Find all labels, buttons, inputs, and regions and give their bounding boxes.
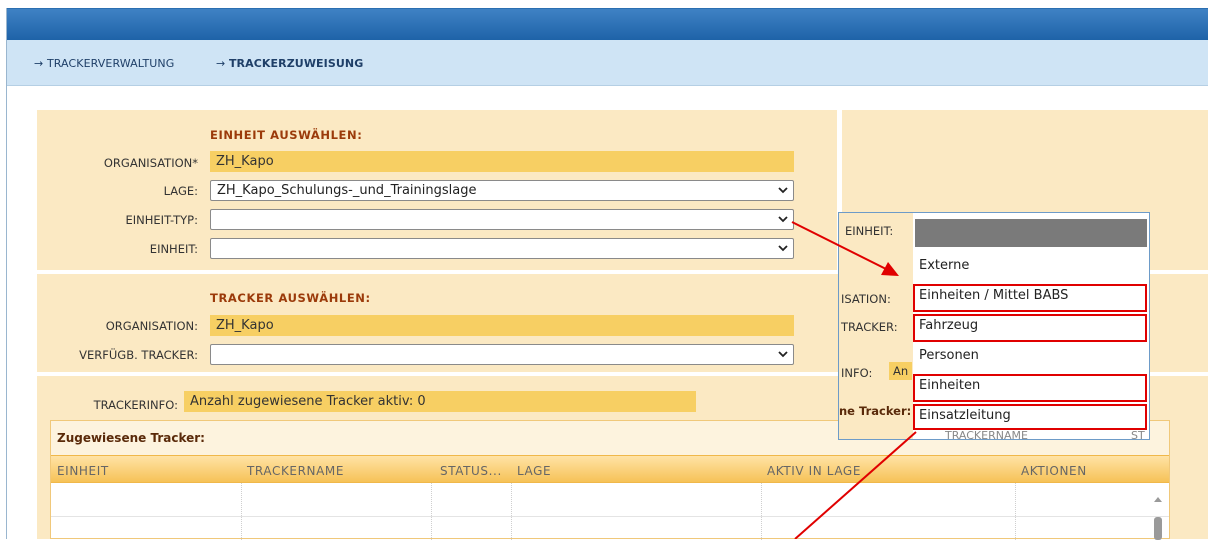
einheit-typ-dropdown-zoom: EINHEIT: ISATION: TRACKER: INFO: An ne T… xyxy=(838,212,1150,442)
verfuegb-tracker-label: VERFÜGB. TRACKER: xyxy=(79,348,198,362)
zoom-organisation-label: ISATION: xyxy=(841,292,891,306)
trackerinfo-label: TRACKERINFO: xyxy=(93,398,178,412)
column-header-trackername[interactable]: TRACKERNAME xyxy=(247,464,344,478)
chevron-down-icon xyxy=(778,187,788,194)
tracker-section-title: TRACKER AUSWÄHLEN: xyxy=(210,291,371,305)
einheit-typ-select[interactable] xyxy=(210,209,794,230)
top-bar xyxy=(7,8,1208,40)
grid-scrollbar[interactable] xyxy=(1151,491,1165,540)
zoom-grid-col-status: ST xyxy=(1131,429,1145,442)
chevron-down-icon xyxy=(778,351,788,358)
breadcrumb-item-trackerverwaltung[interactable]: → TRACKERVERWALTUNG xyxy=(34,57,174,70)
highlight-box xyxy=(913,374,1147,402)
organisation-field: ZH_Kapo xyxy=(210,151,794,172)
breadcrumb xyxy=(7,40,1208,86)
zoom-info-value: An xyxy=(889,362,913,380)
zoom-tracker-title: ne Tracker: xyxy=(839,404,912,418)
column-divider xyxy=(431,483,432,540)
einheit-label: EINHEIT: xyxy=(149,242,198,256)
column-divider xyxy=(761,483,762,540)
column-divider xyxy=(511,483,512,540)
zoom-einheit-label: EINHEIT: xyxy=(845,224,894,238)
column-header-aktiv-in-lage[interactable]: AKTIV IN LAGE xyxy=(767,464,861,478)
organisation-label: ORGANISATION* xyxy=(103,156,198,170)
column-header-einheit[interactable]: EINHEIT xyxy=(57,464,109,478)
zoom-grid-col-trackername: TRACKERNAME xyxy=(945,429,1028,442)
breadcrumb-arrow-icon: → xyxy=(216,57,226,70)
einheit-typ-label: EINHEIT-TYP: xyxy=(125,213,199,227)
einheit-select[interactable] xyxy=(210,238,794,259)
option-externe[interactable]: Externe xyxy=(915,252,1147,282)
column-divider xyxy=(1015,483,1016,540)
zoom-label-column: EINHEIT: ISATION: TRACKER: INFO: An ne T… xyxy=(839,213,913,439)
verfuegb-tracker-select[interactable] xyxy=(210,344,794,365)
breadcrumb-arrow-icon: → xyxy=(34,57,44,70)
breadcrumb-item-trackerzuweisung[interactable]: → TRACKERZUWEISUNG xyxy=(216,57,363,70)
tracker-organisation-label: ORGANISATION: xyxy=(105,319,198,333)
trackerinfo-value: Anzahl zugewiesene Tracker aktiv: 0 xyxy=(184,391,696,412)
lage-label: LAGE: xyxy=(163,184,198,198)
column-header-lage[interactable]: LAGE xyxy=(517,464,551,478)
zoom-info-label: INFO: xyxy=(841,366,873,380)
tracker-organisation-field: ZH_Kapo xyxy=(210,315,794,336)
highlight-box xyxy=(913,404,1147,430)
highlight-box xyxy=(913,314,1147,342)
lage-select[interactable]: ZH_Kapo_Schulungs-_und_Trainingslage xyxy=(210,180,794,201)
dropdown-selected-header[interactable] xyxy=(915,219,1147,247)
option-personen[interactable]: Personen xyxy=(915,342,1147,372)
chevron-down-icon xyxy=(778,216,788,223)
einheit-section-title: EINHEIT AUSWÄHLEN: xyxy=(210,128,363,142)
zoom-tracker-label: TRACKER: xyxy=(841,320,898,334)
table-row[interactable] xyxy=(51,483,1169,517)
column-header-status[interactable]: STATUS... xyxy=(440,464,502,478)
breadcrumb-label: TRACKERZUWEISUNG xyxy=(228,57,364,70)
app-window: → TRACKERVERWALTUNG → TRACKERZUWEISUNG E… xyxy=(0,0,1208,540)
highlight-box xyxy=(913,284,1147,312)
breadcrumb-label: TRACKERVERWALTUNG xyxy=(46,57,175,70)
column-header-aktionen[interactable]: AKTIONEN xyxy=(1021,464,1087,478)
grid-header: EINHEIT TRACKERNAME STATUS... LAGE AKTIV… xyxy=(51,455,1169,483)
chevron-down-icon xyxy=(778,245,788,252)
column-divider xyxy=(241,483,242,540)
scrollbar-thumb[interactable] xyxy=(1154,517,1162,540)
lage-select-value: ZH_Kapo_Schulungs-_und_Trainingslage xyxy=(217,183,477,198)
scroll-up-icon[interactable] xyxy=(1154,497,1162,502)
